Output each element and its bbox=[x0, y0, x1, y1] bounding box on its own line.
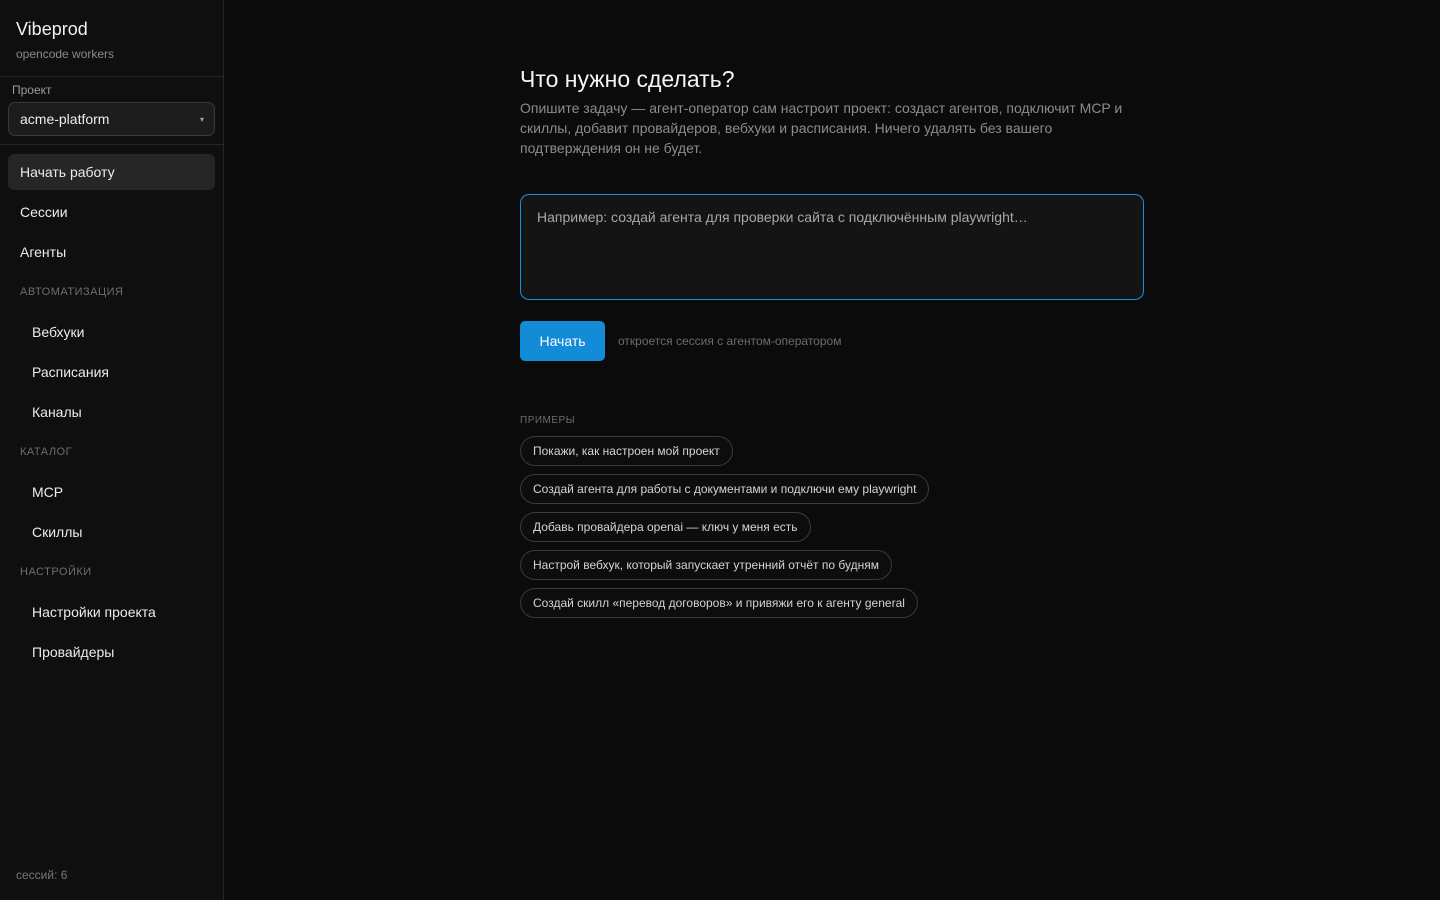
sidebar-item-channels[interactable]: Каналы bbox=[8, 394, 215, 430]
brand: Vibeprod opencode workers bbox=[0, 0, 223, 77]
sidebar-item-mcp[interactable]: MCP bbox=[8, 474, 215, 510]
sidebar-item-start-work[interactable]: Начать работу bbox=[8, 154, 215, 190]
sidebar-section-automation: Автоматизация bbox=[20, 286, 124, 298]
sidebar-nav: Начать работу Сессии Агенты Автоматизаци… bbox=[0, 145, 223, 670]
sidebar-section-settings: Настройки bbox=[20, 566, 92, 578]
app-root: Vibeprod opencode workers Проект acme-pl… bbox=[0, 0, 1440, 900]
start-work-content: Что нужно сделать? Опишите задачу — аген… bbox=[520, 64, 1145, 626]
page-description: Опишите задачу — агент-оператор сам наст… bbox=[520, 100, 1123, 156]
task-actions: Начать откроется сессия с агентом-операт… bbox=[520, 321, 1145, 361]
sidebar-item-agents[interactable]: Агенты bbox=[8, 234, 215, 270]
example-chip[interactable]: Настрой вебхук, который запускает утренн… bbox=[520, 550, 892, 580]
sidebar: Vibeprod opencode workers Проект acme-pl… bbox=[0, 0, 224, 900]
sidebar-item-project-settings[interactable]: Настройки проекта bbox=[8, 594, 215, 630]
task-input[interactable] bbox=[520, 194, 1144, 300]
page-title: Что нужно сделать? bbox=[520, 66, 735, 92]
sidebar-item-providers[interactable]: Провайдеры bbox=[8, 634, 215, 670]
main-panel: Что нужно сделать? Опишите задачу — аген… bbox=[224, 0, 1440, 900]
brand-title: Vibeprod bbox=[16, 19, 88, 39]
sidebar-item-webhooks[interactable]: Вебхуки bbox=[8, 314, 215, 350]
example-chip[interactable]: Создай скилл «перевод договоров» и привя… bbox=[520, 588, 918, 618]
examples-list: Покажи, как настроен мой проект Создай а… bbox=[520, 436, 1145, 626]
project-select[interactable]: acme-platform ▾ bbox=[8, 102, 215, 136]
start-button[interactable]: Начать bbox=[520, 321, 605, 361]
project-label: Проект bbox=[12, 83, 52, 97]
sessions-count: сессий: 6 bbox=[16, 868, 68, 882]
project-picker: Проект acme-platform ▾ bbox=[0, 77, 223, 136]
project-select-value: acme-platform bbox=[20, 111, 110, 127]
sidebar-item-schedules[interactable]: Расписания bbox=[8, 354, 215, 390]
example-chip[interactable]: Добавь провайдера openai — ключ у меня е… bbox=[520, 512, 811, 542]
example-chip[interactable]: Создай агента для работы с документами и… bbox=[520, 474, 930, 504]
sidebar-section-catalog: Каталог bbox=[20, 446, 73, 458]
start-hint: откроется сессия с агентом-оператором bbox=[618, 334, 842, 348]
chevron-down-icon: ▾ bbox=[199, 114, 204, 124]
example-chip[interactable]: Покажи, как настроен мой проект bbox=[520, 436, 733, 466]
examples-label: Примеры bbox=[520, 415, 576, 426]
sidebar-item-skills[interactable]: Скиллы bbox=[8, 514, 215, 550]
brand-subtitle: opencode workers bbox=[16, 47, 115, 61]
sidebar-item-sessions[interactable]: Сессии bbox=[8, 194, 215, 230]
